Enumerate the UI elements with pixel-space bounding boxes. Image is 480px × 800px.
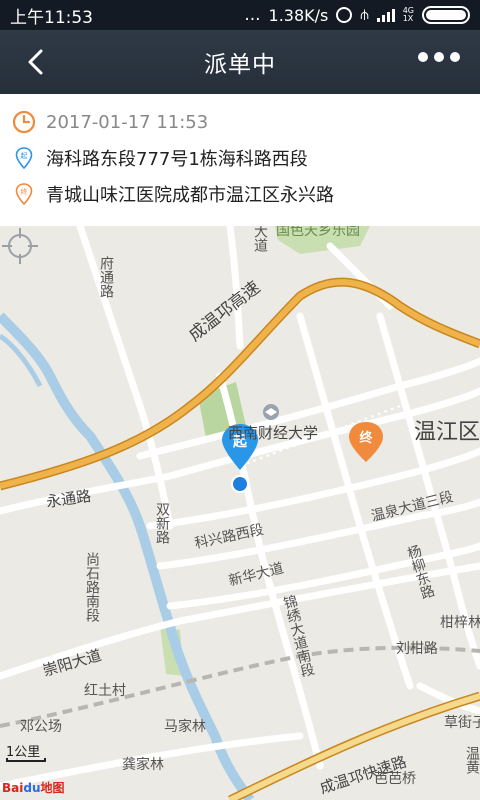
locate-icon[interactable] (0, 226, 40, 266)
map-label: 草街子 (444, 715, 480, 731)
end-address: 青城山味江医院成都市温江区永兴路 (46, 185, 334, 206)
baidu-map-logo: Baidu地图 (2, 781, 65, 795)
battery-icon (422, 6, 470, 24)
network-speed: 1.38K/s (268, 5, 329, 25)
order-datetime: 2017-01-17 11:53 (46, 111, 209, 133)
page-title: 派单中 (204, 52, 276, 78)
start-pin-icon: 起 (12, 146, 36, 170)
map-label: 邓公场 (20, 719, 62, 735)
end-pin-icon: 终 (12, 182, 36, 206)
map-label: 温黄 (464, 746, 480, 774)
signal-icon (376, 8, 395, 22)
map-label: 红土村 (84, 683, 126, 699)
order-time-row: 2017-01-17 11:53 (12, 104, 480, 140)
order-info-panel: 2017-01-17 11:53 起 海科路东段777号1栋海科路西段 终 青城… (0, 94, 480, 226)
map-label: 柑梓林 (440, 615, 480, 631)
network-type: 4G 1X (403, 7, 414, 23)
start-address-row: 起 海科路东段777号1栋海科路西段 (12, 140, 480, 176)
map-label: 西南财经大学 (228, 424, 319, 442)
map-label: 大道 (252, 226, 268, 252)
map-label: 温江区 (414, 420, 480, 445)
alarm-icon (336, 7, 353, 23)
network-1x: 1X (402, 14, 414, 23)
end-marker-char: 终 (359, 430, 373, 446)
vibrate-icon: ⫛ (360, 7, 369, 23)
map-label: 刘柑路 (396, 641, 438, 657)
map-label: 双新路 (154, 502, 170, 544)
map-label: 国色天乡乐园 (276, 226, 360, 239)
map-label: 府通路 (98, 256, 114, 298)
map-label: 芭芭桥 (374, 771, 416, 787)
start-pin-char: 起 (21, 152, 28, 160)
clock-icon (12, 110, 36, 134)
status-dots: ... (244, 5, 261, 25)
status-right: ... 1.38K/s ⫛ 4G 1X (244, 5, 470, 25)
start-address: 海科路东段777号1栋海科路西段 (46, 149, 308, 170)
end-pin-char: 终 (21, 187, 28, 196)
end-address-row: 终 青城山味江医院成都市温江区永兴路 (12, 176, 480, 212)
status-bar: 上午11:53 ... 1.38K/s ⫛ 4G 1X (0, 0, 480, 30)
map-view[interactable]: 起 终 府通路 大道 国色天乡乐园 成温邛高速 西南财经大学 温江区 永通路 双… (0, 226, 480, 800)
map-label: 龚家林 (122, 757, 164, 773)
more-options-icon[interactable] (418, 52, 460, 62)
map-label: 马家林 (164, 719, 206, 735)
map-scale-bar (6, 758, 46, 762)
map-label: 尚石路南段 (84, 552, 100, 622)
status-time: 上午11:53 (10, 7, 93, 28)
end-marker: 终 (349, 422, 383, 462)
title-bar: 派单中 (0, 30, 480, 94)
back-arrow-icon[interactable] (22, 48, 50, 76)
